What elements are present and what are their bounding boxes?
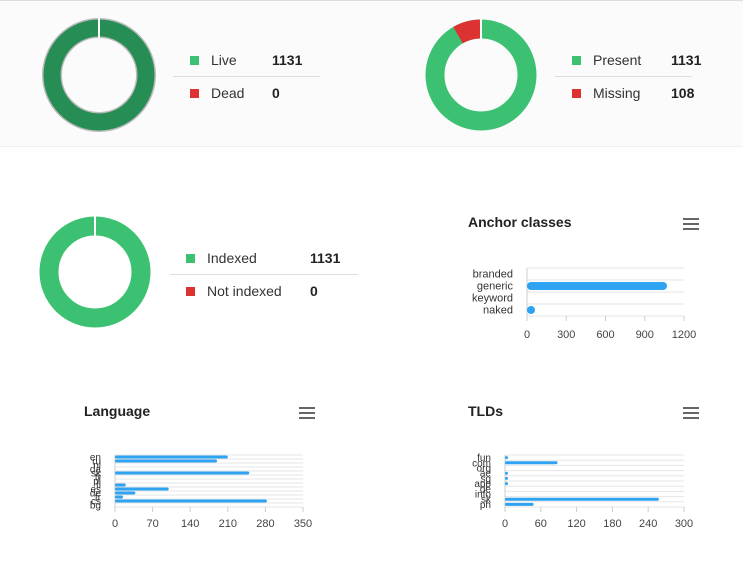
anchor-classes-chart: brandedgenerickeywordnaked 0 300 600 900 1200 <box>472 267 696 341</box>
tlds-chart-menu-icon[interactable] <box>683 407 699 419</box>
category-label: branded <box>473 269 513 281</box>
bar-de <box>115 491 136 495</box>
live-swatch <box>190 55 199 65</box>
present-count: 1131 <box>671 52 702 68</box>
bar-naked <box>527 306 535 314</box>
not-indexed-swatch <box>186 286 195 296</box>
category-label: ph <box>480 500 491 511</box>
indexed-swatch <box>186 253 195 263</box>
tick-label: 240 <box>639 518 657 530</box>
bar-en <box>115 455 228 459</box>
bar-generic <box>527 282 667 290</box>
bar-es <box>115 487 169 491</box>
divider <box>170 274 358 275</box>
language-title: Language <box>84 403 151 419</box>
divider <box>173 76 320 77</box>
indexed-slice <box>39 216 151 328</box>
present-missing-donut <box>425 19 537 131</box>
dead-swatch <box>190 88 199 98</box>
language-chart-menu-icon[interactable] <box>299 407 315 419</box>
missing-count: 108 <box>671 85 695 101</box>
bar-ae <box>505 471 508 475</box>
not-indexed-count: 0 <box>310 283 318 299</box>
bar-fr <box>115 495 124 499</box>
tick-label: 280 <box>256 518 274 530</box>
tick-label: 350 <box>294 518 312 530</box>
bar-cs <box>115 499 268 503</box>
bar-fi <box>115 483 126 487</box>
present-slice <box>425 19 537 131</box>
live-count: 1131 <box>272 52 303 68</box>
tick-label: 1200 <box>672 329 696 341</box>
legend-indexed[interactable]: Indexed <box>186 248 257 268</box>
tick-label: 900 <box>636 329 654 341</box>
language-chart: enrunldasktrplfiesdefrcsbg0 70 140 210 280 35… <box>90 453 312 531</box>
legend-present[interactable]: Present <box>572 50 641 70</box>
bar-app <box>505 482 508 486</box>
present-swatch <box>572 55 581 65</box>
live-slice <box>43 19 155 131</box>
category-label: bg <box>90 501 101 512</box>
legend-not-indexed[interactable]: Not indexed <box>186 281 282 301</box>
legend-label: Dead <box>211 85 245 101</box>
category-label: generic <box>477 281 514 293</box>
legend-label: Present <box>593 52 642 68</box>
bar-sk <box>115 471 250 475</box>
bar-sg <box>505 476 508 480</box>
tick-label: 600 <box>596 329 614 341</box>
legend-missing[interactable]: Missing <box>572 83 640 103</box>
legend-label: Not indexed <box>207 283 282 299</box>
indexed-count: 1131 <box>310 250 341 266</box>
tick-label: 300 <box>557 329 575 341</box>
tick-label: 140 <box>181 518 199 530</box>
bar-ru <box>115 459 218 463</box>
missing-swatch <box>572 88 581 98</box>
legend-label: Live <box>211 52 237 68</box>
anchor-chart-menu-icon[interactable] <box>683 218 699 230</box>
tick-label: 70 <box>146 518 158 530</box>
dead-count: 0 <box>272 85 280 101</box>
legend-label: Indexed <box>207 250 257 266</box>
anchor-classes-title: Anchor classes <box>468 214 572 230</box>
category-label: keyword <box>472 293 513 305</box>
tick-label: 120 <box>567 518 585 530</box>
divider <box>555 76 692 77</box>
tick-label: 60 <box>535 518 547 530</box>
tick-label: 0 <box>502 518 508 530</box>
tick-label: 300 <box>675 518 693 530</box>
tick-label: 0 <box>524 329 530 341</box>
tlds-chart: funcomorgaesgappdeinfoskph0 60 120 180 240 30… <box>472 453 693 530</box>
tlds-title: TLDs <box>468 403 503 419</box>
bar-sk <box>505 497 659 501</box>
tick-label: 0 <box>112 518 118 530</box>
live-dead-donut <box>42 18 156 132</box>
category-label: naked <box>483 305 513 317</box>
legend-label: Missing <box>593 85 641 101</box>
indexed-donut <box>39 216 151 328</box>
legend-live[interactable]: Live <box>190 50 237 70</box>
bar-fun <box>505 456 508 460</box>
bar-com <box>505 461 558 465</box>
legend-dead[interactable]: Dead <box>190 83 244 103</box>
bar-ph <box>505 502 534 506</box>
tick-label: 210 <box>219 518 237 530</box>
tick-label: 180 <box>603 518 621 530</box>
